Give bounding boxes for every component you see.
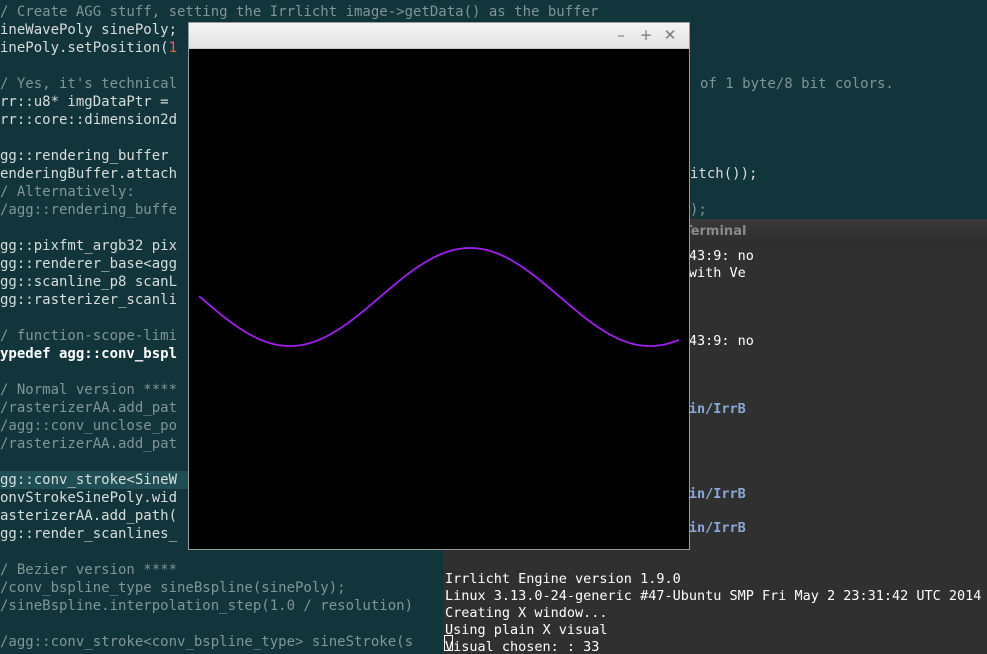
code-line: ypedef agg::conv_bspl	[0, 345, 177, 363]
code-text: /agg::conv_stroke<conv_bspline_type> sin…	[0, 634, 414, 650]
code-line: gg::rasterizer_scanli	[0, 291, 177, 309]
code-line: /rasterizerAA.add_pat	[0, 435, 177, 453]
code-text: rr::u8* imgDataPtr =	[0, 94, 178, 110]
code-text: /rasterizerAA.add_pat	[0, 436, 178, 452]
code-line: enderingBuffer.attach	[0, 165, 177, 183]
code-line: gg::pixfmt_argb32 pix	[0, 237, 177, 255]
code-text: / Alternatively:	[0, 184, 135, 200]
code-text: gg::renderer_base<agg	[0, 256, 178, 272]
terminal-cursor	[444, 635, 453, 651]
code-text: ypedef agg::conv_bspl	[0, 346, 178, 362]
code-text: gg::render_scanlines_	[0, 526, 178, 542]
code-line-tail: itch());	[690, 166, 758, 182]
code-text: /agg::conv_unclose_po	[0, 418, 178, 434]
code-text: / function-scope-limi	[0, 328, 178, 344]
code-line: / Normal version ****	[0, 381, 177, 399]
minimize-button[interactable]: –	[611, 26, 631, 44]
code-line: / Create AGG stuff, setting the Irrlicht…	[0, 3, 598, 21]
code-text: onvStrokeSinePoly.wid	[0, 490, 178, 506]
code-line: gg::renderer_base<agg	[0, 255, 177, 273]
code-text: / Normal version ****	[0, 382, 178, 398]
code-text: / Bezier version ****	[0, 562, 178, 578]
code-line: / function-scope-limi	[0, 327, 177, 345]
code-text: inePoly.setPosition(	[0, 40, 169, 56]
code-text: asterizerAA.add_path(	[0, 508, 178, 524]
code-line: /agg::conv_unclose_po	[0, 417, 177, 435]
code-line: /agg::conv_stroke<conv_bspline_type> sin…	[0, 633, 413, 651]
code-text: gg::pixfmt_argb32 pix	[0, 238, 178, 254]
code-number: 1	[168, 40, 178, 56]
code-text: /conv_bspline_type sineBspline(sinePoly)…	[0, 580, 346, 596]
code-text: gg::scanline_p8 scanL	[0, 274, 178, 290]
code-line: rr::core::dimension2d	[0, 111, 177, 129]
code-line: rr::u8* imgDataPtr =	[0, 93, 177, 111]
code-text: /agg::rendering_buffe	[0, 202, 178, 218]
code-line: /agg::rendering_buffe	[0, 201, 177, 219]
code-text: /rasterizerAA.add_pat	[0, 400, 178, 416]
code-line: gg::render_scanlines_	[0, 525, 177, 543]
code-line: /conv_bspline_type sineBspline(sinePoly)…	[0, 579, 346, 597]
maximize-button[interactable]: +	[636, 26, 656, 44]
code-text: /sineBspline.interpolation_step(1.0 / re…	[0, 598, 414, 614]
code-line: gg::scanline_p8 scanL	[0, 273, 177, 291]
code-text: gg::rasterizer_scanli	[0, 292, 178, 308]
code-line: ineWavePoly sinePoly;	[0, 21, 177, 39]
code-line: / Alternatively:	[0, 183, 135, 201]
close-button[interactable]: ✕	[660, 26, 680, 44]
code-text: / Yes, it's technical	[0, 76, 178, 92]
code-text: gg::rendering_buffer	[0, 148, 178, 164]
code-line: / Bezier version ****	[0, 561, 177, 579]
code-line-tail: );	[690, 202, 707, 218]
code-line: onvStrokeSinePoly.wid	[0, 489, 177, 507]
code-line: gg::rendering_buffer	[0, 147, 177, 165]
code-line: inePoly.setPosition(1	[0, 39, 177, 57]
code-line: /rasterizerAA.add_pat	[0, 399, 177, 417]
irrlicht-titlebar[interactable]: – + ✕	[189, 23, 689, 49]
terminal-line: Linux 3.13.0-24-generic #47-Ubuntu SMP F…	[445, 588, 987, 604]
terminal-line: Using plain X visual	[445, 622, 608, 638]
terminal-line: Irrlicht Engine version 1.9.0	[445, 571, 681, 587]
code-text: ineWavePoly sinePoly;	[0, 22, 178, 38]
code-line-tail: of 1 byte/8 bit colors.	[700, 76, 894, 92]
terminal-line: Creating X window...	[445, 605, 608, 621]
terminal-title: Terminal	[683, 224, 747, 239]
code-text: / Create AGG stuff, setting the Irrlicht…	[0, 4, 599, 20]
irrlicht-window[interactable]: – + ✕	[188, 22, 690, 550]
render-canvas	[189, 49, 689, 549]
code-line: asterizerAA.add_path(	[0, 507, 177, 525]
code-text: enderingBuffer.attach	[0, 166, 178, 182]
sine-wave-curve	[198, 247, 680, 347]
terminal-line: Visual chosen: : 33	[445, 639, 600, 654]
code-line: /sineBspline.interpolation_step(1.0 / re…	[0, 597, 413, 615]
code-text: gg::conv_stroke<SineW	[0, 472, 178, 488]
code-line: / Yes, it's technical	[0, 75, 177, 93]
code-text: rr::core::dimension2d	[0, 112, 178, 128]
